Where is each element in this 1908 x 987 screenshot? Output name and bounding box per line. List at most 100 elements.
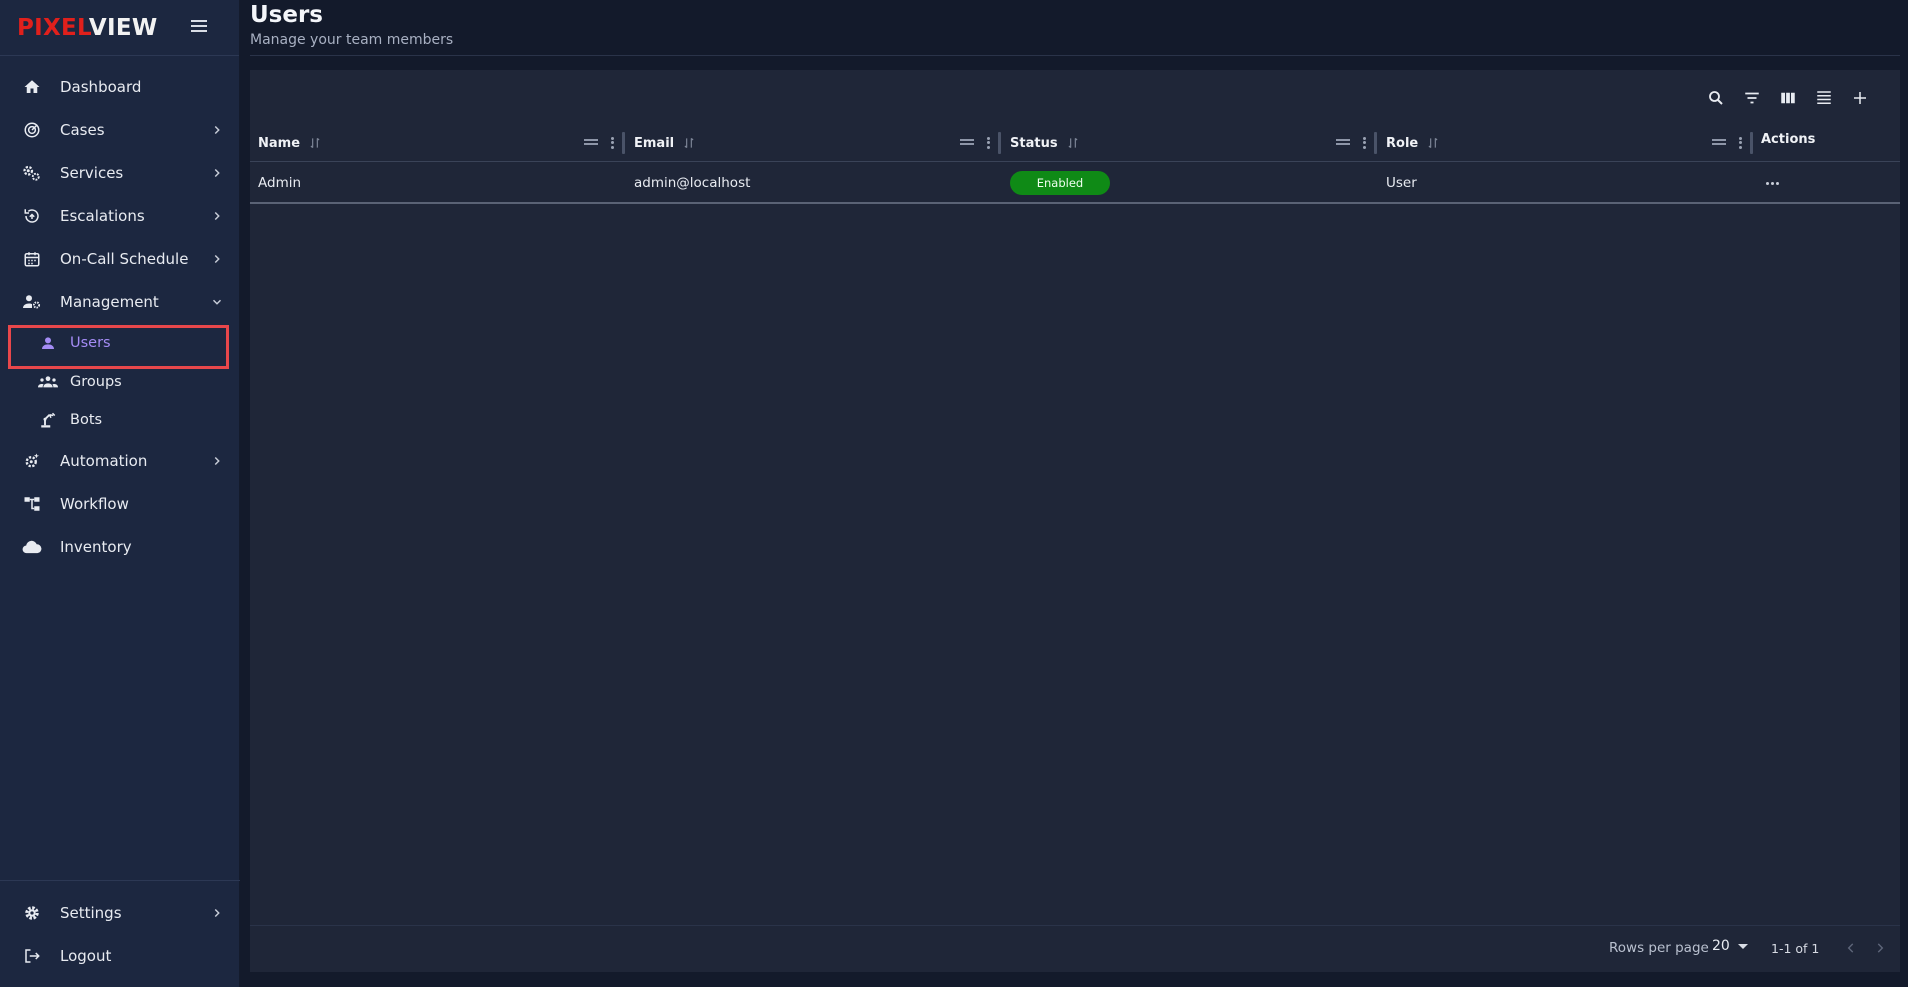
logo-part-1: PIXEL bbox=[17, 14, 89, 41]
column-resizer[interactable] bbox=[1374, 132, 1377, 154]
density-icon bbox=[1817, 91, 1831, 104]
sidebar-item-inventory[interactable]: Inventory bbox=[0, 527, 240, 567]
logout-icon bbox=[22, 946, 42, 966]
robot-arm-icon bbox=[38, 410, 58, 430]
cell-name: Admin bbox=[258, 175, 302, 191]
page-subtitle: Manage your team members bbox=[250, 32, 454, 48]
sidebar: PIXELVIEW Dashboard Cases Services Escal… bbox=[0, 0, 240, 987]
sidebar-item-label: Dashboard bbox=[60, 78, 142, 96]
status-badge: Enabled bbox=[1010, 171, 1110, 195]
sidebar-item-label: Inventory bbox=[60, 538, 132, 556]
hamburger-icon bbox=[191, 20, 207, 22]
column-header-role[interactable]: Role bbox=[1386, 124, 1752, 162]
sidebar-item-on-call-schedule[interactable]: On-Call Schedule bbox=[0, 239, 240, 279]
plus-icon bbox=[1854, 92, 1866, 104]
chevron-right-icon bbox=[214, 168, 220, 178]
column-resizer[interactable] bbox=[1750, 132, 1753, 154]
filter-button[interactable] bbox=[1734, 84, 1770, 112]
sort-icon[interactable] bbox=[1426, 136, 1440, 150]
sidebar-item-services[interactable]: Services bbox=[0, 153, 240, 193]
settings-gear-icon bbox=[22, 903, 42, 923]
column-label: Status bbox=[1010, 135, 1058, 151]
cell-status: Enabled bbox=[1010, 163, 1110, 203]
header-divider bbox=[250, 55, 1900, 56]
sidebar-item-management[interactable]: Management bbox=[0, 282, 240, 322]
chevron-right-icon bbox=[1877, 943, 1884, 953]
sidebar-item-label: Cases bbox=[60, 121, 105, 139]
sidebar-item-settings[interactable]: Settings bbox=[0, 893, 240, 933]
row-actions-button[interactable] bbox=[1766, 181, 1779, 185]
page-title: Users bbox=[250, 2, 323, 28]
table-row[interactable]: Admin admin@localhost Enabled User bbox=[250, 163, 1900, 204]
column-header-actions: Actions bbox=[1761, 124, 1891, 162]
column-drag-handle[interactable] bbox=[1336, 137, 1352, 149]
sidebar-subitem-groups[interactable]: Groups bbox=[0, 364, 240, 400]
column-drag-handle[interactable] bbox=[960, 137, 976, 149]
sidebar-item-cases[interactable]: Cases bbox=[0, 110, 240, 150]
sidebar-item-label: Automation bbox=[60, 452, 148, 470]
sidebar-item-label: Logout bbox=[60, 947, 112, 965]
chevron-right-icon bbox=[214, 456, 220, 466]
column-menu-button[interactable] bbox=[984, 135, 992, 151]
app-logo[interactable]: PIXELVIEW bbox=[17, 15, 158, 41]
column-header-status[interactable]: Status bbox=[1010, 124, 1376, 162]
caret-down-icon bbox=[1737, 943, 1748, 949]
column-menu-button[interactable] bbox=[1736, 135, 1744, 151]
chevron-right-icon bbox=[214, 211, 220, 221]
search-button[interactable] bbox=[1698, 84, 1734, 112]
column-drag-handle[interactable] bbox=[1712, 137, 1728, 149]
radar-icon bbox=[22, 120, 42, 140]
sort-icon[interactable] bbox=[1066, 136, 1080, 150]
groups-icon bbox=[38, 372, 58, 392]
sidebar-item-logout[interactable]: Logout bbox=[0, 936, 240, 976]
previous-page-button[interactable] bbox=[1839, 936, 1863, 960]
brand-header: PIXELVIEW bbox=[0, 0, 239, 56]
column-menu-button[interactable] bbox=[608, 135, 616, 151]
sidebar-subitem-label: Users bbox=[70, 335, 111, 351]
chevron-down-icon bbox=[212, 299, 222, 305]
rows-per-page-select[interactable]: 20 bbox=[1712, 938, 1748, 954]
workflow-icon bbox=[22, 494, 42, 514]
add-user-button[interactable] bbox=[1842, 84, 1878, 112]
sidebar-item-workflow[interactable]: Workflow bbox=[0, 484, 240, 524]
chevron-left-icon bbox=[1847, 943, 1854, 953]
column-resizer[interactable] bbox=[622, 132, 625, 154]
sidebar-item-label: Workflow bbox=[60, 495, 129, 513]
sidebar-item-escalations[interactable]: Escalations bbox=[0, 196, 240, 236]
column-header-name[interactable]: Name bbox=[258, 124, 624, 162]
column-header-email[interactable]: Email bbox=[634, 124, 1000, 162]
menu-toggle-button[interactable] bbox=[191, 17, 211, 35]
sidebar-subitem-bots[interactable]: Bots bbox=[0, 402, 240, 438]
sidebar-item-automation[interactable]: Automation bbox=[0, 441, 240, 481]
sidebar-item-label: Services bbox=[60, 164, 124, 182]
cloud-icon bbox=[22, 537, 42, 557]
column-label: Name bbox=[258, 135, 301, 151]
more-horizontal-icon bbox=[1766, 181, 1769, 185]
column-label: Role bbox=[1386, 135, 1419, 151]
next-page-button[interactable] bbox=[1868, 936, 1892, 960]
page-range: 1-1 of 1 bbox=[1771, 941, 1820, 956]
user-gear-icon bbox=[22, 292, 42, 312]
gears-icon bbox=[22, 163, 42, 183]
calendar-icon bbox=[22, 249, 42, 269]
column-label: Email bbox=[634, 135, 675, 151]
sort-icon[interactable] bbox=[308, 136, 322, 150]
sidebar-item-label: Management bbox=[60, 293, 159, 311]
automation-gear-icon bbox=[22, 451, 42, 471]
column-drag-handle[interactable] bbox=[584, 137, 600, 149]
sidebar-item-dashboard[interactable]: Dashboard bbox=[0, 67, 240, 107]
sort-icon[interactable] bbox=[682, 136, 696, 150]
rows-per-page-label: Rows per page bbox=[1609, 940, 1709, 956]
sidebar-item-label: Escalations bbox=[60, 207, 145, 225]
view-column-icon bbox=[1781, 92, 1795, 104]
columns-button[interactable] bbox=[1770, 84, 1806, 112]
column-resizer[interactable] bbox=[998, 132, 1001, 154]
sidebar-subitem-users[interactable]: Users bbox=[0, 325, 240, 361]
sidebar-item-label: On-Call Schedule bbox=[60, 250, 189, 268]
density-button[interactable] bbox=[1806, 84, 1842, 112]
chevron-right-icon bbox=[214, 125, 220, 135]
chevron-right-icon bbox=[214, 254, 220, 264]
column-menu-button[interactable] bbox=[1360, 135, 1368, 151]
sidebar-subitem-label: Groups bbox=[70, 374, 122, 390]
cell-actions bbox=[1766, 163, 1779, 203]
